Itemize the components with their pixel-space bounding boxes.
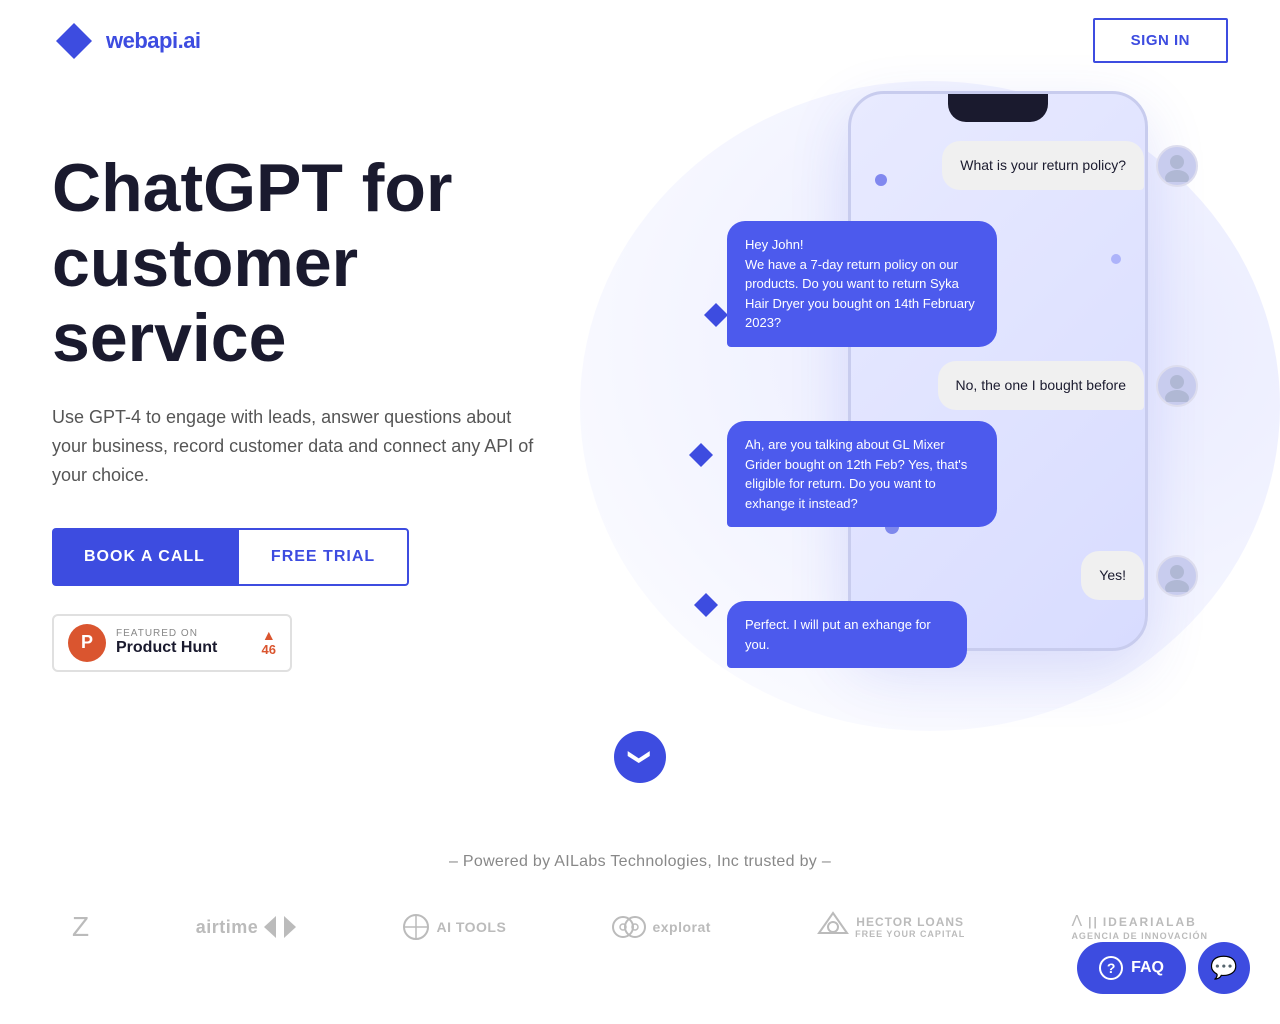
chat-bubble-user-1: What is your return policy? <box>942 141 1144 190</box>
aitools-logo-icon <box>402 913 430 941</box>
hero-title-line2: customer service <box>52 225 358 376</box>
logo-text-accent: ai <box>183 28 200 53</box>
brand-logo-airtime: airtime <box>196 916 297 938</box>
user-avatar-3 <box>1156 365 1198 407</box>
brand-logo-aitools: AI TOOLS <box>402 913 506 941</box>
ph-vote-count: 46 <box>262 643 276 657</box>
airtime-logo-icon <box>264 916 296 938</box>
scroll-down-button[interactable]: ❯ <box>614 731 666 783</box>
ph-arrow-icon: ▲ <box>262 628 276 643</box>
chat-bubble-bot-2: Hey John!We have a 7-day return policy o… <box>727 221 997 347</box>
product-hunt-text: FEATURED ON Product Hunt <box>116 628 252 657</box>
chat-message-3: No, the one I bought before <box>938 361 1198 410</box>
hero-title-line1: ChatGPT for <box>52 150 452 226</box>
trusted-label: – Powered by AILabs Technologies, Inc tr… <box>52 853 1228 871</box>
chat-widget-button[interactable]: 💬 <box>1198 942 1250 994</box>
hero-title: ChatGPT for customer service <box>52 151 592 375</box>
chat-bubble-bot-6: Perfect. I will put an exhange for you. <box>727 601 967 668</box>
chat-text-6: Perfect. I will put an exhange for you. <box>745 617 931 652</box>
faq-button[interactable]: ? FAQ <box>1077 942 1186 994</box>
chat-message-4: Ah, are you talking about GL Mixer Gride… <box>727 421 997 527</box>
chat-message-5: Yes! <box>1081 551 1198 600</box>
diamond-decorator-2 <box>687 441 715 469</box>
chat-bubble-user-3: No, the one I bought before <box>938 361 1144 410</box>
brand-logo-explorat: explorat <box>612 914 710 940</box>
scroll-section: ❯ <box>0 721 1280 813</box>
hero-left: ChatGPT for customer service Use GPT-4 t… <box>52 121 592 672</box>
phone-notch <box>948 94 1048 122</box>
brand-logos-row: Z airtime AI TOOLS <box>52 911 1228 943</box>
brand-logo-hector: HECTOR LOANS FREE YOUR CAPITAL <box>817 911 965 943</box>
chevron-down-icon: ❯ <box>627 748 653 766</box>
user-avatar-1 <box>1156 145 1198 187</box>
question-icon: ? <box>1099 956 1123 980</box>
free-trial-button[interactable]: FREE TRIAL <box>237 528 409 586</box>
diamond-decorator-3 <box>692 591 720 619</box>
brand-logo-idearialab: Λ || IDEARIALAB AGENCIA DE INNOVACIÓN <box>1071 913 1208 941</box>
chat-text-5: Yes! <box>1099 567 1126 583</box>
chat-text-3: No, the one I bought before <box>956 377 1126 393</box>
logo: webapi.ai <box>52 19 201 63</box>
ph-name: Product Hunt <box>116 639 252 657</box>
logo-text-plain: webapi. <box>106 28 183 53</box>
diamond-decorator-1 <box>702 301 730 329</box>
chat-bubble-bot-4: Ah, are you talking about GL Mixer Gride… <box>727 421 997 527</box>
chat-message-2: Hey John!We have a 7-day return policy o… <box>727 221 997 347</box>
hero-buttons: BOOK A CALL FREE TRIAL <box>52 528 592 586</box>
hero-illustration: What is your return policy? Hey John!We … <box>592 121 1228 701</box>
chat-icon: 💬 <box>1210 955 1237 981</box>
hector-logo-icon <box>817 911 849 943</box>
chat-message-1: What is your return policy? <box>942 141 1198 190</box>
logo-text: webapi.ai <box>106 28 201 54</box>
chat-bubble-user-5: Yes! <box>1081 551 1144 600</box>
hero-section: ChatGPT for customer service Use GPT-4 t… <box>0 81 1280 721</box>
product-hunt-votes: ▲ 46 <box>262 628 276 658</box>
chat-text-1: What is your return policy? <box>960 157 1126 173</box>
sign-in-button[interactable]: SIGN IN <box>1093 18 1228 63</box>
product-hunt-logo-icon: P <box>68 624 106 662</box>
book-call-button[interactable]: BOOK A CALL <box>52 528 237 586</box>
user-avatar-5 <box>1156 555 1198 597</box>
faq-label: FAQ <box>1131 959 1164 977</box>
chat-message-6: Perfect. I will put an exhange for you. <box>727 601 967 668</box>
logo-diamond-icon <box>52 19 96 63</box>
explorat-logo-icon <box>612 914 646 940</box>
ph-featured-label: FEATURED ON <box>116 628 252 639</box>
header: webapi.ai SIGN IN <box>0 0 1280 81</box>
bottom-widgets: ? FAQ 💬 <box>1077 942 1250 994</box>
brand-logo-z: Z <box>72 911 90 943</box>
product-hunt-badge[interactable]: P FEATURED ON Product Hunt ▲ 46 <box>52 614 292 672</box>
hero-subtitle: Use GPT-4 to engage with leads, answer q… <box>52 403 542 489</box>
